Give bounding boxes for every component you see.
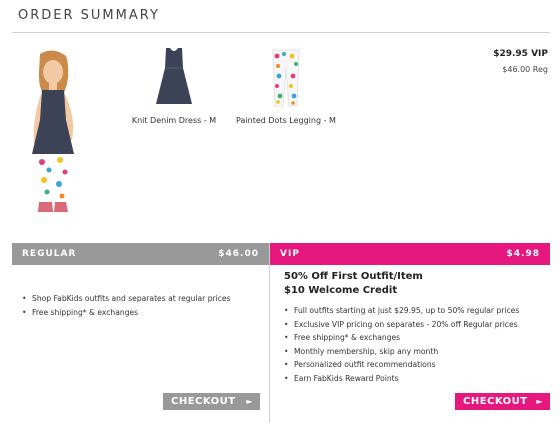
list-item: Exclusive VIP pricing on separates - 20%… (284, 318, 519, 332)
price-vip: $29.95 VIP (493, 49, 548, 59)
title-divider (12, 32, 550, 33)
plan-divider (269, 243, 270, 423)
list-item: Earn FabKids Reward Points (284, 372, 519, 386)
list-item: Full outfits starting at just $29.95, up… (284, 304, 519, 318)
arrow-right-icon: ► (246, 397, 253, 406)
regular-plan-label: REGULAR (22, 249, 77, 259)
vip-offer-line-1: 50% Off First Outfit/Item (284, 271, 423, 282)
list-item: Shop FabKids outfits and separates at re… (22, 292, 231, 306)
vip-checkout-button[interactable]: CHECKOUT ► (455, 393, 550, 410)
regular-plan-amount: $46.00 (218, 249, 259, 259)
vip-plan-amount: $4.98 (506, 249, 540, 259)
list-item: Monthly membership, skip any month (284, 345, 519, 359)
vip-offer-headline: 50% Off First Outfit/Item $10 Welcome Cr… (284, 270, 423, 298)
product-item-legging[interactable]: Painted Dots Legging - M (230, 48, 342, 125)
vip-feature-list: Full outfits starting at just $29.95, up… (284, 304, 519, 385)
regular-checkout-button[interactable]: CHECKOUT ► (163, 393, 260, 410)
dress-icon (156, 48, 192, 104)
regular-feature-list: Shop FabKids outfits and separates at re… (22, 292, 231, 319)
list-item: Personalized outfit recommendations (284, 358, 519, 372)
vip-plan-label: VIP (280, 249, 300, 259)
checkout-label: CHECKOUT (171, 396, 236, 407)
page-title: ORDER SUMMARY (18, 8, 160, 23)
vip-plan-header: VIP $4.98 (270, 243, 550, 265)
product-name: Knit Denim Dress - M (131, 116, 217, 125)
checkout-label: CHECKOUT (463, 396, 528, 407)
product-name: Painted Dots Legging - M (236, 116, 336, 125)
regular-plan-header: REGULAR $46.00 (12, 243, 269, 265)
arrow-right-icon: ► (536, 397, 543, 406)
legging-icon (272, 49, 300, 107)
product-item-dress[interactable]: Knit Denim Dress - M (124, 46, 224, 125)
list-item: Free shipping* & exchanges (22, 306, 231, 320)
model-image (32, 50, 74, 212)
vip-offer-line-2: $10 Welcome Credit (284, 285, 398, 296)
list-item: Free shipping* & exchanges (284, 331, 519, 345)
price-regular: $46.00 Reg (502, 65, 548, 74)
